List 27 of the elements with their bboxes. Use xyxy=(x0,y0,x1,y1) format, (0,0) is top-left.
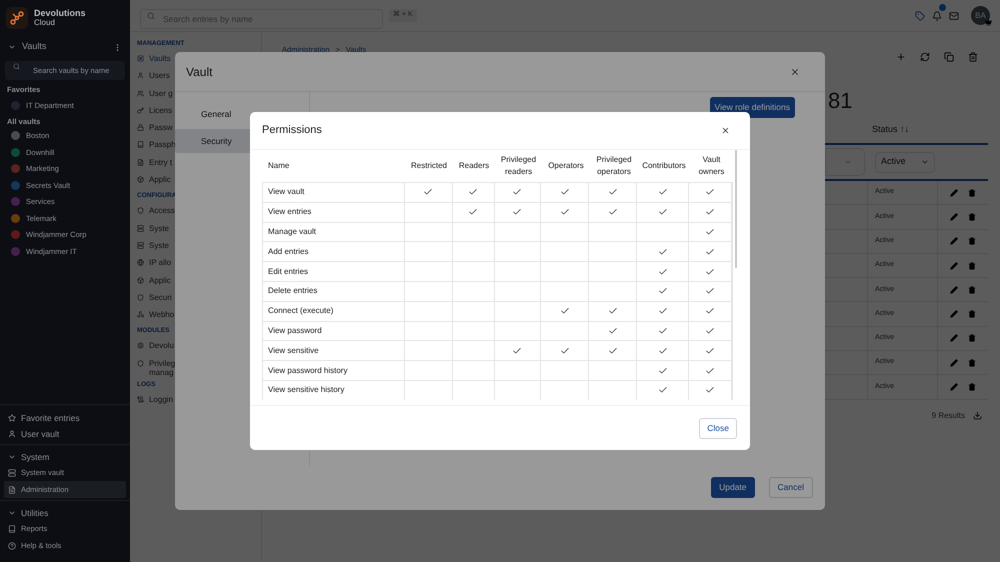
logo-subtitle: Cloud xyxy=(34,18,56,26)
permission-name: Connect (execute) xyxy=(262,302,405,321)
column-header: Restricted xyxy=(410,160,448,172)
dialog-title: Vault xyxy=(186,64,214,80)
permission-name: View entries xyxy=(262,202,405,222)
permission-name: Manage vault xyxy=(262,222,405,242)
section-title: Utilities xyxy=(21,506,48,520)
logo-title: Devolutions xyxy=(34,8,86,18)
column-header: Privileged readers xyxy=(500,154,538,178)
results-count: 9 Results xyxy=(932,410,965,422)
section-title: Vaults xyxy=(22,40,48,54)
column-header: Readers xyxy=(458,160,490,172)
column-header: Name xyxy=(267,160,290,172)
permission-name: View vault xyxy=(262,183,405,202)
column-header: Operators xyxy=(547,160,585,172)
permission-name: View password xyxy=(262,322,405,340)
permission-name: View sensitive xyxy=(262,341,405,360)
permission-name: Delete entries xyxy=(262,282,405,301)
count-number: 81 xyxy=(828,89,854,113)
column-header: Contributors xyxy=(641,160,687,172)
permission-name: Add entries xyxy=(262,242,405,262)
permission-name: Edit entries xyxy=(262,262,405,281)
section-title: System xyxy=(21,450,50,464)
permission-name: View sensitive history xyxy=(262,380,405,400)
column-header: Vault owners xyxy=(698,154,726,178)
column-header: Privileged operators xyxy=(595,154,633,178)
permission-name: View password history xyxy=(262,361,405,380)
